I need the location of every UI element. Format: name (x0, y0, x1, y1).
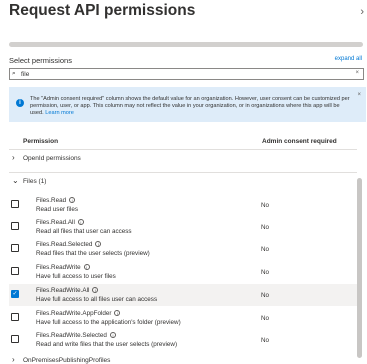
permission-name-wrap: Files.ReadWrite.AppFolder i (36, 310, 121, 317)
admin-consent-value: No (261, 224, 270, 231)
select-permissions-label: Select permissions (9, 56, 72, 65)
clear-search-icon[interactable]: × (355, 70, 359, 76)
permission-checkbox[interactable] (11, 222, 19, 230)
info-icon[interactable]: i (69, 197, 76, 203)
search-box[interactable]: ⌕ × (9, 68, 364, 80)
row-divider (9, 172, 357, 173)
admin-consent-value: No (261, 269, 270, 276)
permission-checkbox[interactable] (11, 313, 19, 321)
permission-row-files-readwrite[interactable]: Files.ReadWrite i Have full access to use… (9, 261, 357, 283)
page-title: Request API permissions (9, 2, 196, 19)
permission-description: Read user files (36, 206, 78, 213)
permission-name-wrap: Files.Read i (36, 197, 76, 204)
chevron-right-icon: › (12, 355, 15, 364)
search-icon: ⌕ (12, 70, 16, 77)
permission-description: Have full access to user files (36, 273, 116, 280)
permission-description: Read files that the user selects (previe… (36, 250, 150, 257)
permission-row-files-readwrite-all[interactable]: ✓ Files.ReadWrite.All i Have full access … (9, 284, 357, 306)
group-files[interactable]: ⌄ Files (1) (9, 174, 357, 190)
info-icon[interactable]: i (109, 332, 116, 338)
permission-name: Files.ReadWrite.Selected (36, 332, 107, 339)
permission-name: Files.Read.Selected (36, 241, 93, 248)
info-icon[interactable]: i (92, 287, 99, 293)
group-openid[interactable]: › OpenId permissions (9, 151, 357, 167)
group-label: Files (1) (23, 178, 47, 185)
info-icon[interactable]: i (77, 219, 84, 225)
permission-row-files-read-selected[interactable]: Files.Read.Selected i Read files that the… (9, 238, 357, 260)
column-header-permission[interactable]: Permission (23, 138, 58, 145)
permission-row-files-readwrite-appfolder[interactable]: Files.ReadWrite.AppFolder i Have full acc… (9, 307, 357, 329)
permission-name: Files.ReadWrite.All (36, 287, 90, 294)
permission-name: Files.Read.All (36, 219, 75, 226)
chevron-right-icon: › (12, 153, 15, 162)
info-message-bar: i The "Admin consent required" column sh… (9, 87, 366, 122)
permission-checkbox-checked[interactable]: ✓ (11, 290, 19, 298)
group-onpremisespublishingprofiles[interactable]: › OnPremisesPublishingProfiles (9, 353, 357, 364)
info-message-body: The "Admin consent required" column show… (30, 96, 350, 116)
chevron-down-icon: ⌄ (12, 176, 19, 185)
permission-name-wrap: Files.Read.Selected i (36, 241, 102, 248)
permission-checkbox[interactable] (11, 200, 19, 208)
permission-name: Files.Read (36, 197, 67, 204)
permission-description: Have full access to all files user can a… (36, 296, 158, 303)
permission-name-wrap: Files.Read.All i (36, 219, 84, 226)
column-header-admin-consent[interactable]: Admin consent required (262, 138, 337, 145)
admin-consent-value: No (261, 292, 270, 299)
permission-description: Have full access to the application's fo… (36, 319, 181, 326)
permission-checkbox[interactable] (11, 335, 19, 343)
info-icon[interactable]: i (83, 264, 90, 270)
permission-row-files-readwrite-selected[interactable]: Files.ReadWrite.Selected i Read and write… (9, 329, 357, 351)
group-label: OpenId permissions (23, 155, 81, 162)
permission-checkbox[interactable] (11, 244, 19, 252)
learn-more-link[interactable]: Learn more (45, 110, 74, 116)
group-label: OnPremisesPublishingProfiles (23, 357, 111, 364)
permission-row-files-read[interactable]: Files.Read i Read user files No (9, 194, 357, 216)
vertical-scrollbar[interactable] (357, 178, 362, 358)
permission-checkbox[interactable] (11, 267, 19, 275)
permission-description: Read all files that user can access (36, 228, 132, 235)
info-icon[interactable]: i (95, 241, 102, 247)
expand-all-link[interactable]: expand all (335, 56, 362, 62)
panel-header: Request API permissions › (0, 0, 367, 28)
horizontal-scrollbar[interactable] (9, 42, 363, 47)
close-icon[interactable]: × (357, 92, 361, 98)
admin-consent-value: No (261, 337, 270, 344)
admin-consent-value: No (261, 246, 270, 253)
permission-name-wrap: Files.ReadWrite.All i (36, 287, 99, 294)
permission-name: Files.ReadWrite.AppFolder (36, 310, 112, 317)
permission-name-wrap: Files.ReadWrite.Selected i (36, 332, 116, 339)
admin-consent-value: No (261, 315, 270, 322)
permission-name: Files.ReadWrite (36, 264, 81, 271)
permission-name-wrap: Files.ReadWrite i (36, 264, 90, 271)
header-divider (9, 149, 357, 150)
permission-description: Read and write files that the user selec… (36, 341, 178, 348)
search-input[interactable] (21, 69, 341, 79)
info-message-text: The "Admin consent required" column show… (30, 96, 350, 116)
chevron-right-icon[interactable]: › (360, 6, 364, 18)
admin-consent-value: No (261, 202, 270, 209)
permission-row-files-read-all[interactable]: Files.Read.All i Read all files that user… (9, 216, 357, 238)
info-icon[interactable]: i (114, 310, 121, 316)
info-icon: i (16, 99, 24, 107)
